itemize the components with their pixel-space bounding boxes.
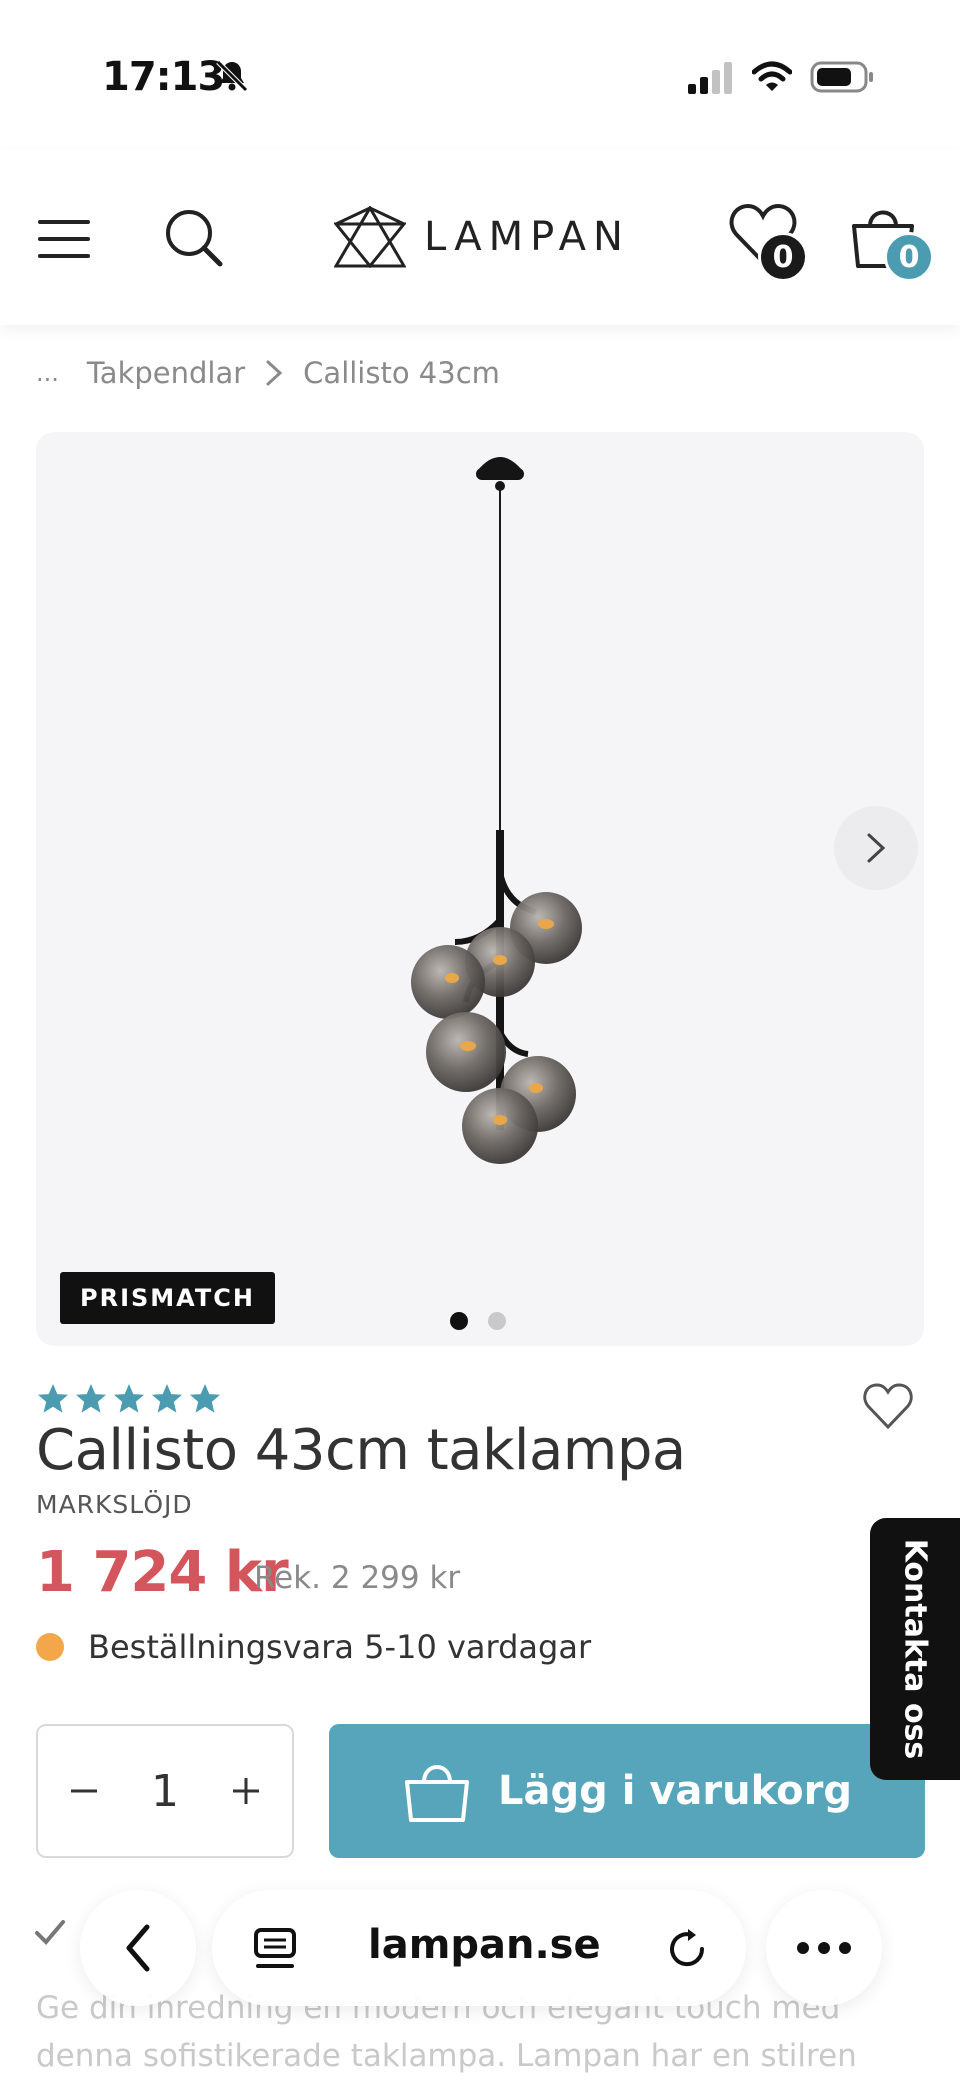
breadcrumb-ellipsis[interactable]: ... — [36, 359, 59, 387]
hamburger-menu-icon[interactable] — [38, 218, 90, 260]
lampan-logo-mark-icon — [334, 206, 406, 268]
site-header: LAMPAN 0 0 — [0, 150, 960, 325]
recommended-price: Rek. 2 299 kr — [254, 1560, 461, 1596]
stock-status: Beställningsvara 5-10 vardagar — [36, 1628, 591, 1666]
wishlist-button[interactable]: 0 — [728, 202, 814, 284]
gallery-next-button[interactable] — [834, 806, 918, 890]
chevron-right-icon — [867, 833, 886, 863]
star-icon — [38, 1384, 68, 1413]
chevron-right-icon — [266, 360, 283, 386]
url-text[interactable]: lampan.se — [368, 1922, 601, 1968]
contact-us-label: Kontakta oss — [897, 1538, 933, 1760]
contact-us-tab[interactable]: Kontakta oss — [870, 1518, 960, 1780]
quantity-increase-button[interactable] — [221, 1766, 271, 1816]
silent-mode-icon — [216, 60, 248, 92]
logo-text: LAMPAN — [424, 214, 630, 260]
product-title: Callisto 43cm taklampa — [36, 1418, 686, 1483]
wishlist-count-badge: 0 — [758, 232, 808, 282]
quantity-stepper: 1 — [36, 1724, 294, 1858]
quantity-value[interactable]: 1 — [151, 1766, 179, 1817]
battery-icon — [810, 61, 873, 93]
cart-count-badge: 0 — [884, 232, 934, 282]
breadcrumb: ... Takpendlar Callisto 43cm — [36, 356, 500, 390]
stock-status-dot-icon — [36, 1633, 64, 1661]
reload-icon[interactable] — [664, 1926, 710, 1972]
stock-status-text: Beställningsvara 5-10 vardagar — [88, 1628, 592, 1666]
cellular-signal-icon — [688, 62, 732, 94]
status-bar: 17:13 — [0, 0, 960, 150]
status-time: 17:13 — [102, 54, 225, 100]
chevron-left-icon — [126, 1924, 150, 1972]
product-image-gallery[interactable]: PRISMATCH — [36, 432, 924, 1346]
shopping-bag-icon — [405, 1765, 470, 1822]
star-icon — [190, 1384, 220, 1413]
gallery-dot-1[interactable] — [450, 1312, 468, 1330]
product-image-callisto-lamp — [411, 457, 582, 1164]
star-icon — [76, 1384, 106, 1413]
prismatch-badge: PRISMATCH — [60, 1272, 275, 1324]
breadcrumb-item-current: Callisto 43cm — [303, 356, 500, 390]
add-to-wishlist-heart-icon[interactable] — [862, 1382, 914, 1430]
rating-stars[interactable] — [36, 1382, 222, 1416]
cart-button[interactable]: 0 — [848, 202, 938, 284]
product-brand[interactable]: MARKSLÖJD — [36, 1490, 193, 1519]
wifi-icon — [752, 61, 792, 91]
quantity-decrease-button[interactable] — [59, 1766, 109, 1816]
search-icon[interactable] — [162, 206, 226, 270]
tabs-overview-icon[interactable] — [252, 1926, 298, 1972]
product-price: 1 724 kr — [36, 1540, 289, 1605]
address-bar[interactable]: lampan.se — [212, 1890, 746, 2006]
star-icon — [114, 1384, 144, 1413]
breadcrumb-item-takpendlar[interactable]: Takpendlar — [87, 356, 245, 390]
browser-back-button[interactable] — [80, 1890, 196, 2006]
add-to-cart-button[interactable]: Lägg i varukorg — [329, 1724, 925, 1858]
gallery-dot-2[interactable] — [488, 1312, 506, 1330]
site-logo[interactable]: LAMPAN — [334, 204, 630, 270]
star-icon — [152, 1384, 182, 1413]
more-dots-icon — [797, 1942, 851, 1954]
browser-toolbar: lampan.se — [0, 1890, 960, 2010]
gallery-pagination — [450, 1312, 506, 1330]
browser-more-button[interactable] — [766, 1890, 882, 2006]
add-to-cart-label: Lägg i varukorg — [498, 1768, 852, 1814]
minus-icon — [71, 1789, 97, 1793]
plus-icon — [233, 1778, 259, 1804]
